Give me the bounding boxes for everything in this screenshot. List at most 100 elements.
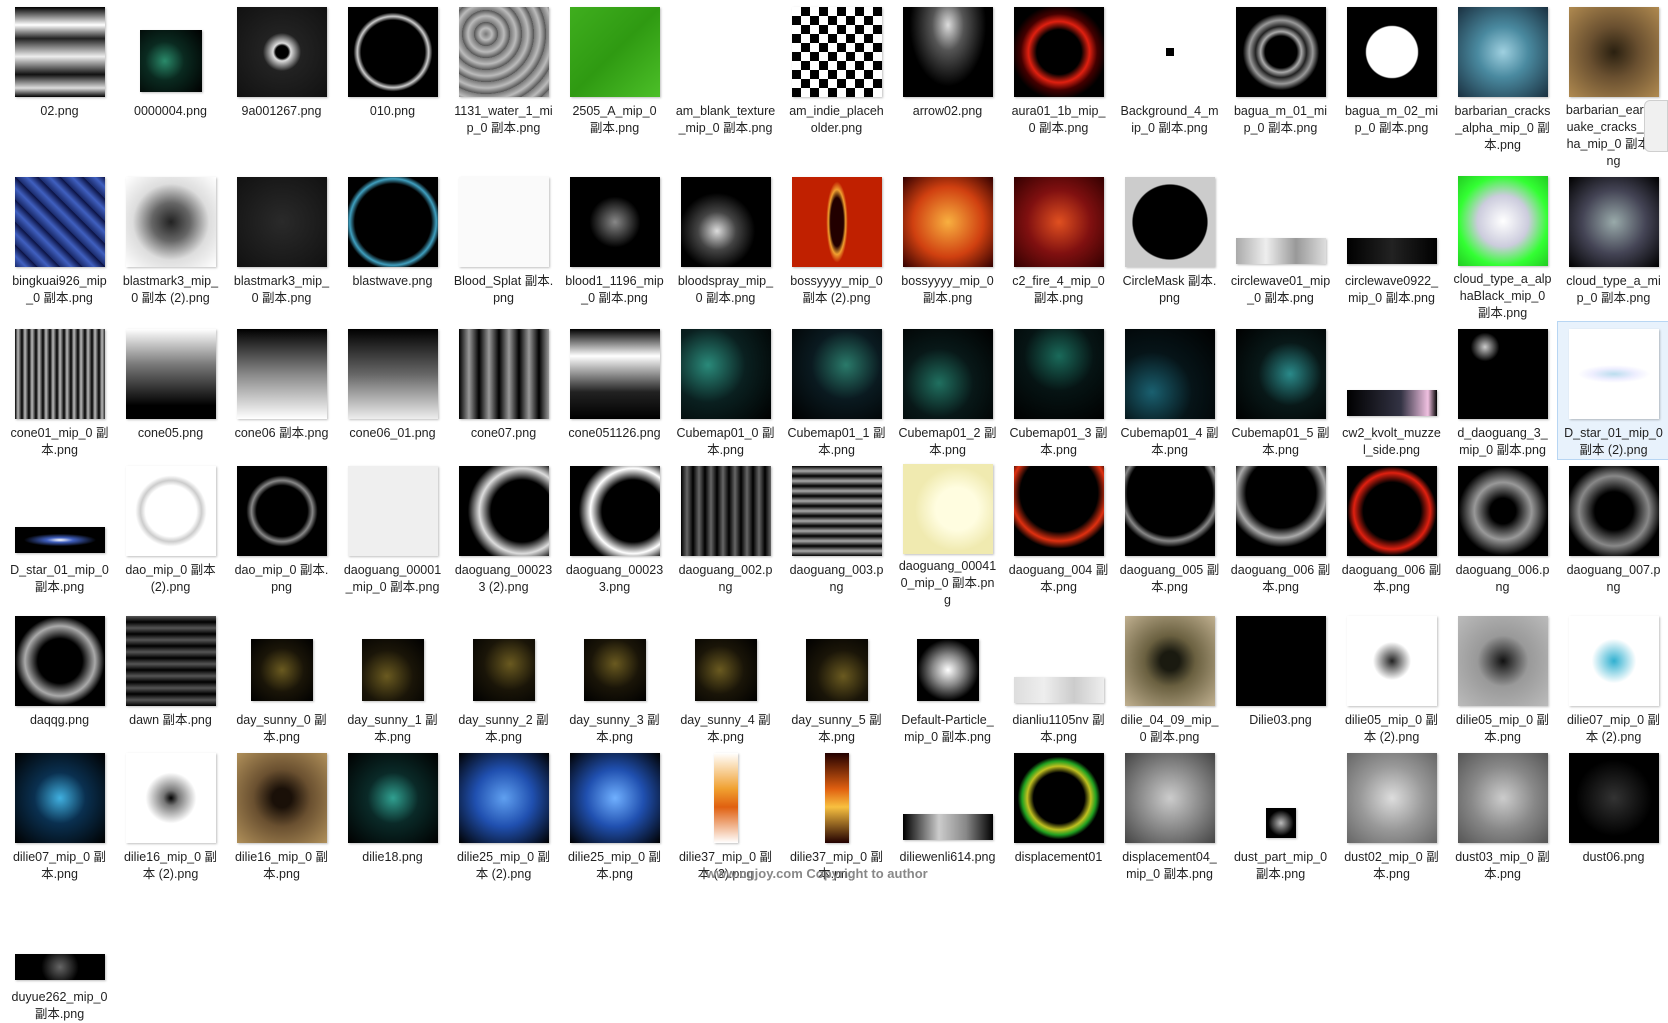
file-item[interactable]: cone06 副本.png — [226, 322, 337, 459]
file-item[interactable]: Default-Particle_mip_0 副本.png — [892, 609, 1003, 746]
thumbnail-frame — [1233, 463, 1329, 559]
file-item[interactable]: circlewave0922_mip_0 副本.png — [1336, 170, 1447, 322]
file-item[interactable]: daoguang_007.png — [1558, 459, 1668, 609]
file-item[interactable]: barbarian_cracks_alpha_mip_0 副本.png — [1447, 0, 1558, 170]
file-item[interactable]: 2505_A_mip_0 副本.png — [559, 0, 670, 170]
file-item[interactable]: cone05.png — [115, 322, 226, 459]
file-item[interactable]: dilie_04_09_mip_0 副本.png — [1114, 609, 1225, 746]
file-item[interactable]: d_daoguang_3_mip_0 副本.png — [1447, 322, 1558, 459]
file-item[interactable]: dilie07_mip_0 副本 (2).png — [1558, 609, 1668, 746]
file-item[interactable]: am_blank_texture_mip_0 副本.png — [670, 0, 781, 170]
thumbnail-image — [236, 7, 327, 97]
file-item[interactable]: daoguang_006 副本.png — [1225, 459, 1336, 609]
file-item[interactable]: 0000004.png — [115, 0, 226, 170]
file-item[interactable]: dilie25_mip_0 副本 (2).png — [448, 746, 559, 886]
file-item[interactable]: day_sunny_5 副本.png — [781, 609, 892, 746]
file-item[interactable]: dilie05_mip_0 副本 (2).png — [1336, 609, 1447, 746]
file-item[interactable]: daoguang_005 副本.png — [1114, 459, 1225, 609]
file-item[interactable]: Cubemap01_0 副本.png — [670, 322, 781, 459]
file-item[interactable]: dust06.png — [1558, 746, 1668, 886]
file-item[interactable]: day_sunny_4 副本.png — [670, 609, 781, 746]
file-item[interactable]: Cubemap01_1 副本.png — [781, 322, 892, 459]
file-item[interactable]: Blood_Splat 副本.png — [448, 170, 559, 322]
file-item[interactable]: day_sunny_1 副本.png — [337, 609, 448, 746]
file-item[interactable]: dao_mip_0 副本 (2).png — [115, 459, 226, 609]
file-item[interactable]: dilie18.png — [337, 746, 448, 886]
file-item[interactable]: am_indie_placeholder.png — [781, 0, 892, 170]
file-item[interactable]: cloud_type_a_alphaBlack_mip_0 副本.png — [1447, 170, 1558, 322]
file-item[interactable]: c2_fire_4_mip_0 副本.png — [1003, 170, 1114, 322]
file-item[interactable]: cone051126.png — [559, 322, 670, 459]
file-item[interactable]: cloud_type_a_mip_0 副本.png — [1558, 170, 1668, 322]
file-item[interactable]: diliewenli614.png — [892, 746, 1003, 886]
file-item[interactable]: 1131_water_1_mip_0 副本.png — [448, 0, 559, 170]
thumbnail-frame — [1344, 463, 1440, 559]
file-item[interactable]: displacement04_mip_0 副本.png — [1114, 746, 1225, 886]
file-item[interactable]: daoguang_006 副本.png — [1336, 459, 1447, 609]
file-item[interactable]: daoguang_00001_mip_0 副本.png — [337, 459, 448, 609]
file-item[interactable]: cw2_kvolt_muzzel_side.png — [1336, 322, 1447, 459]
file-item[interactable]: dawn 副本.png — [115, 609, 226, 746]
file-item[interactable]: dilie05_mip_0 副本.png — [1447, 609, 1558, 746]
file-item[interactable]: day_sunny_3 副本.png — [559, 609, 670, 746]
file-item[interactable]: blastwave.png — [337, 170, 448, 322]
file-item[interactable]: D_star_01_mip_0 副本.png — [4, 459, 115, 609]
file-item[interactable]: arrow02.png — [892, 0, 1003, 170]
file-item[interactable]: day_sunny_2 副本.png — [448, 609, 559, 746]
file-item[interactable]: blastmark3_mip_0 副本 (2).png — [115, 170, 226, 322]
file-item[interactable]: Cubemap01_5 副本.png — [1225, 322, 1336, 459]
file-item[interactable]: bagua_m_01_mip_0 副本.png — [1225, 0, 1336, 170]
file-item[interactable]: cone07.png — [448, 322, 559, 459]
scrollbar-grip[interactable] — [1644, 100, 1668, 152]
file-item[interactable]: 02.png — [4, 0, 115, 170]
file-item[interactable]: daqqg.png — [4, 609, 115, 746]
file-item[interactable]: dilie16_mip_0 副本 (2).png — [115, 746, 226, 886]
file-item[interactable]: day_sunny_0 副本.png — [226, 609, 337, 746]
file-item[interactable]: displacement01 — [1003, 746, 1114, 886]
file-item[interactable]: dust_part_mip_0 副本.png — [1225, 746, 1336, 886]
thumbnail-frame — [12, 890, 108, 986]
thumbnail-frame — [567, 174, 663, 270]
file-item[interactable]: blastmark3_mip_0 副本.png — [226, 170, 337, 322]
file-item[interactable]: cone06_01.png — [337, 322, 448, 459]
file-item[interactable]: Cubemap01_3 副本.png — [1003, 322, 1114, 459]
file-item[interactable]: bossyyyy_mip_0 副本.png — [892, 170, 1003, 322]
file-name-label: dilie25_mip_0 副本 (2).png — [456, 850, 551, 881]
file-item[interactable]: Background_4_mip_0 副本.png — [1114, 0, 1225, 170]
file-item[interactable]: bingkuai926_mip_0 副本.png — [4, 170, 115, 322]
file-item[interactable]: duyue262_mip_0 副本.png — [4, 886, 115, 1023]
file-item[interactable]: daoguang_000410_mip_0 副本.png — [892, 459, 1003, 609]
file-item[interactable]: Cubemap01_2 副本.png — [892, 322, 1003, 459]
file-item[interactable]: dilie16_mip_0 副本.png — [226, 746, 337, 886]
file-item[interactable]: cone01_mip_0 副本.png — [4, 322, 115, 459]
file-item[interactable]: aura01_1b_mip_0 副本.png — [1003, 0, 1114, 170]
file-name-label: dust06.png — [1582, 850, 1645, 864]
thumbnail-frame — [1566, 613, 1662, 709]
file-item[interactable]: daoguang_006.png — [1447, 459, 1558, 609]
file-item[interactable]: daoguang_000233 (2).png — [448, 459, 559, 609]
file-item[interactable]: Cubemap01_4 副本.png — [1114, 322, 1225, 459]
file-item[interactable]: blood1_1196_mip_0 副本.png — [559, 170, 670, 322]
file-item[interactable]: dianliu1105nv 副本.png — [1003, 609, 1114, 746]
file-item[interactable]: CircleMask 副本.png — [1114, 170, 1225, 322]
file-item[interactable]: daoguang_003.png — [781, 459, 892, 609]
file-name-label: bloodspray_mip_0 副本.png — [677, 274, 774, 305]
file-item[interactable]: dilie25_mip_0 副本.png — [559, 746, 670, 886]
file-item[interactable]: bagua_m_02_mip_0 副本.png — [1336, 0, 1447, 170]
file-item[interactable]: dao_mip_0 副本.png — [226, 459, 337, 609]
file-item[interactable]: bossyyyy_mip_0 副本 (2).png — [781, 170, 892, 322]
file-item[interactable]: dilie37_mip_0 副本 (2).png — [670, 746, 781, 886]
file-item[interactable]: 010.png — [337, 0, 448, 170]
file-item[interactable]: dilie37_mip_0 副本.png — [781, 746, 892, 886]
file-item[interactable]: Dilie03.png — [1225, 609, 1336, 746]
file-item[interactable]: dust03_mip_0 副本.png — [1447, 746, 1558, 886]
file-item[interactable]: dust02_mip_0 副本.png — [1336, 746, 1447, 886]
file-item[interactable]: bloodspray_mip_0 副本.png — [670, 170, 781, 322]
file-item[interactable]: dilie07_mip_0 副本.png — [4, 746, 115, 886]
file-item[interactable]: daoguang_000233.png — [559, 459, 670, 609]
file-item[interactable]: 9a001267.png — [226, 0, 337, 170]
file-item[interactable]: D_star_01_mip_0 副本 (2).png — [1557, 321, 1668, 460]
file-item[interactable]: circlewave01_mip_0 副本.png — [1225, 170, 1336, 322]
file-item[interactable]: daoguang_004 副本.png — [1003, 459, 1114, 609]
file-item[interactable]: daoguang_002.png — [670, 459, 781, 609]
